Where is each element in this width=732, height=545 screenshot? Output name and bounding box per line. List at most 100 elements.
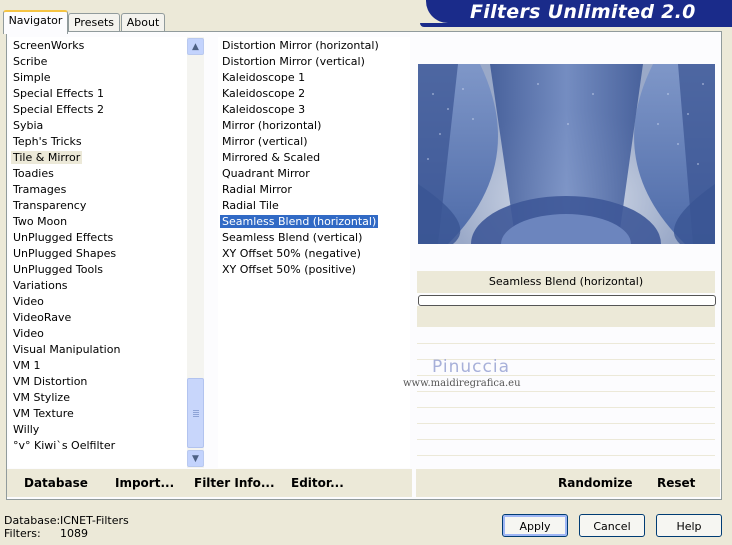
list-item[interactable]: Mirror (vertical) [218, 134, 410, 150]
list-item[interactable]: Radial Tile [218, 198, 410, 214]
list-item[interactable]: Willy [9, 422, 187, 438]
list-item-label: XY Offset 50% (negative) [222, 247, 361, 260]
import-button[interactable]: Import... [115, 476, 174, 490]
list-item[interactable]: VM Stylize [9, 390, 187, 406]
chevron-down-icon[interactable]: ▼ [187, 450, 204, 467]
chevron-up-icon[interactable]: ▲ [187, 38, 204, 55]
list-item[interactable]: ScreenWorks [9, 38, 187, 54]
list-item[interactable]: Distortion Mirror (vertical) [218, 54, 410, 70]
list-item[interactable]: XY Offset 50% (negative) [218, 246, 410, 262]
tab-navigator[interactable]: Navigator [3, 10, 68, 34]
list-item[interactable]: UnPlugged Shapes [9, 246, 187, 262]
list-item-label: Tile & Mirror [11, 151, 83, 164]
list-item[interactable]: Visual Manipulation [9, 342, 187, 358]
list-item-label: Seamless Blend (horizontal) [220, 215, 379, 228]
list-item-label: VM 1 [13, 359, 41, 372]
list-item[interactable]: VM Distortion [9, 374, 187, 390]
status-database-value: ICNET-Filters [60, 514, 129, 527]
list-item[interactable]: Teph's Tricks [9, 134, 187, 150]
list-item-label: Kaleidoscope 2 [222, 87, 306, 100]
list-item[interactable]: Video [9, 326, 187, 342]
list-item-label: XY Offset 50% (positive) [222, 263, 356, 276]
title-banner-stripe [420, 23, 732, 27]
list-item-label: ScreenWorks [13, 39, 85, 52]
progress-bar [418, 295, 716, 306]
list-item[interactable]: Two Moon [9, 214, 187, 230]
list-item[interactable]: XY Offset 50% (positive) [218, 262, 410, 278]
list-item[interactable]: Radial Mirror [218, 182, 410, 198]
category-list[interactable]: ScreenWorks Scribe Simple Special Effects 1… [9, 37, 187, 468]
list-item[interactable]: VM Texture [9, 406, 187, 422]
list-item[interactable]: Sybia [9, 118, 187, 134]
list-item[interactable]: Quadrant Mirror [218, 166, 410, 182]
list-item-label: VideoRave [13, 311, 72, 324]
list-item-label: Mirrored & Scaled [222, 151, 321, 164]
list-item-label: Video [13, 295, 44, 308]
tab-about[interactable]: About [121, 13, 165, 32]
list-item-label: UnPlugged Effects [13, 231, 114, 244]
list-item-label: Scribe [13, 55, 48, 68]
list-item[interactable]: Video [9, 294, 187, 310]
list-item-label: Simple [13, 71, 51, 84]
list-item-label: VM Distortion [13, 375, 88, 388]
list-item-label: Mirror (vertical) [222, 135, 308, 148]
editor-button[interactable]: Editor... [291, 476, 344, 490]
list-item-label: Special Effects 2 [13, 103, 105, 116]
list-item[interactable]: Mirror (horizontal) [218, 118, 410, 134]
list-item[interactable]: Toadies [9, 166, 187, 182]
list-item[interactable]: Tramages [9, 182, 187, 198]
list-item[interactable]: Transparency [9, 198, 187, 214]
tab-presets[interactable]: Presets [68, 13, 120, 32]
apply-button[interactable]: Apply [502, 514, 568, 537]
list-item-label: Teph's Tricks [13, 135, 82, 148]
list-item[interactable]: °v° Kiwi`s Oelfilter [9, 438, 187, 454]
list-item-label: Kaleidoscope 3 [222, 103, 306, 116]
list-item-label: Mirror (horizontal) [222, 119, 322, 132]
list-item-label: VM Texture [13, 407, 74, 420]
list-item[interactable]: Variations [9, 278, 187, 294]
list-item-label: Willy [13, 423, 40, 436]
list-item[interactable]: Seamless Blend (horizontal) [218, 214, 410, 230]
list-item[interactable]: Special Effects 2 [9, 102, 187, 118]
list-item[interactable]: Mirrored & Scaled [218, 150, 410, 166]
list-item-label: Quadrant Mirror [222, 167, 310, 180]
list-item-label: Toadies [13, 167, 54, 180]
list-item[interactable]: Kaleidoscope 1 [218, 70, 410, 86]
list-item-label: Variations [13, 279, 68, 292]
list-item[interactable]: Kaleidoscope 3 [218, 102, 410, 118]
list-item-label: Radial Mirror [222, 183, 292, 196]
filter-list[interactable]: Distortion Mirror (horizontal) Distortion… [218, 37, 410, 468]
reset-button[interactable]: Reset [657, 476, 695, 490]
list-item-label: Kaleidoscope 1 [222, 71, 306, 84]
scrollbar-thumb[interactable] [187, 378, 204, 448]
list-item[interactable]: Kaleidoscope 2 [218, 86, 410, 102]
list-item[interactable]: UnPlugged Tools [9, 262, 187, 278]
list-item[interactable]: UnPlugged Effects [9, 230, 187, 246]
list-item-label: Distortion Mirror (horizontal) [222, 39, 379, 52]
list-item[interactable]: Seamless Blend (vertical) [218, 230, 410, 246]
watermark-url: www.maidiregrafica.eu [403, 378, 521, 389]
help-button[interactable]: Help [656, 514, 722, 537]
list-item-label: UnPlugged Tools [13, 263, 103, 276]
list-item-label: UnPlugged Shapes [13, 247, 117, 260]
list-item[interactable]: VideoRave [9, 310, 187, 326]
list-item[interactable]: Distortion Mirror (horizontal) [218, 38, 410, 54]
status-database-label: Database: [4, 514, 61, 527]
list-item[interactable]: Tile & Mirror [9, 150, 187, 166]
cancel-button[interactable]: Cancel [579, 514, 645, 537]
filter-info-button[interactable]: Filter Info... [194, 476, 275, 490]
category-scrollbar[interactable]: ▲ ▼ [187, 37, 204, 468]
list-item[interactable]: VM 1 [9, 358, 187, 374]
database-button[interactable]: Database [24, 476, 88, 490]
list-item-label: Radial Tile [222, 199, 279, 212]
list-item-label: Tramages [13, 183, 67, 196]
watermark-name: Pinuccia [432, 357, 510, 377]
status-filters-label: Filters: [4, 527, 41, 540]
list-item-label: Seamless Blend (vertical) [222, 231, 363, 244]
list-item[interactable]: Scribe [9, 54, 187, 70]
list-item[interactable]: Special Effects 1 [9, 86, 187, 102]
list-item-label: Two Moon [13, 215, 68, 228]
randomize-button[interactable]: Randomize [558, 476, 632, 490]
status-filters-value: 1089 [60, 527, 88, 540]
list-item[interactable]: Simple [9, 70, 187, 86]
